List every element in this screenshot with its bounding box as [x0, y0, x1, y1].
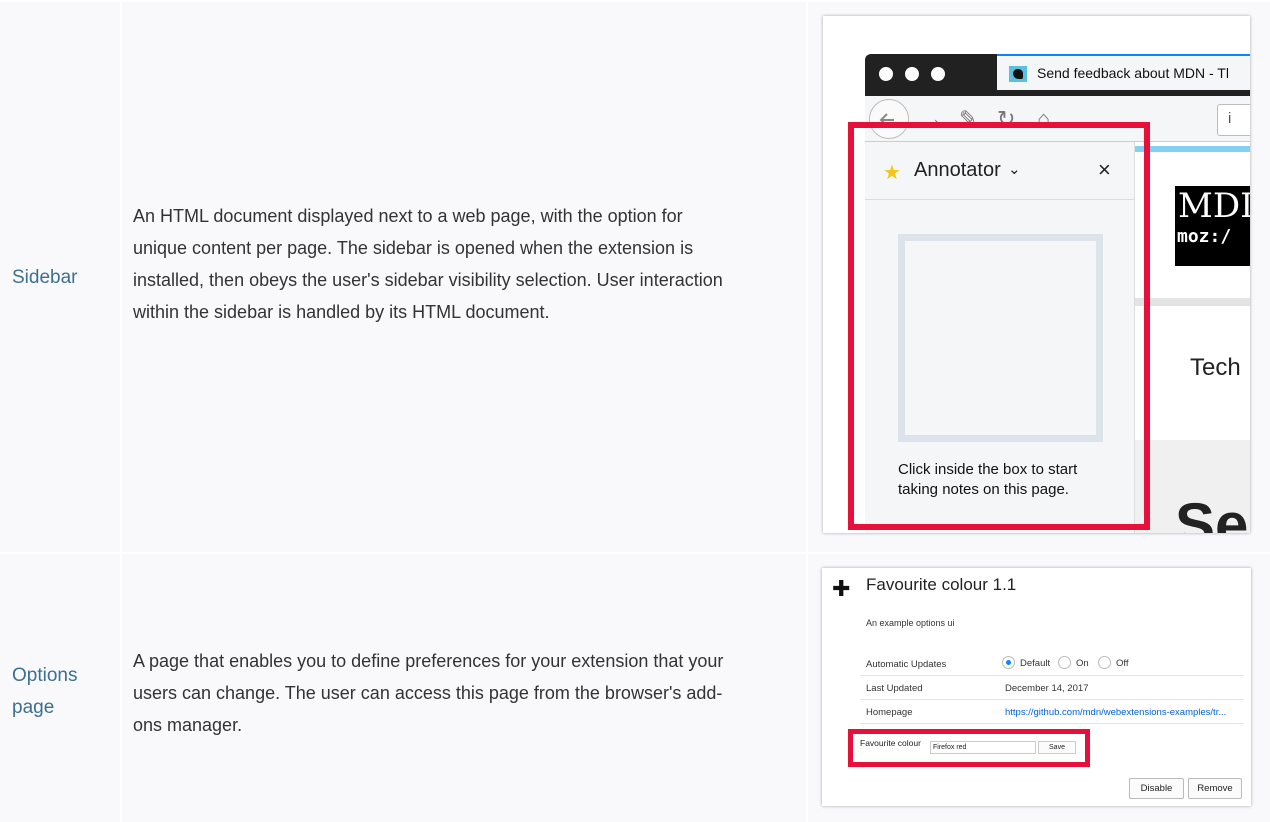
- description-line: A page that enables you to define prefer…: [133, 651, 724, 671]
- browser-tab: Send feedback about MDN - Tl: [997, 54, 1250, 90]
- window-dot: [879, 67, 893, 81]
- page-big-text: Se: [1175, 491, 1249, 533]
- sidebar-description: An HTML document displayed next to a web…: [133, 200, 793, 328]
- row-divider: [0, 0, 1270, 2]
- window-dot: [905, 67, 919, 81]
- row-value: December 14, 2017: [1005, 683, 1089, 694]
- description-line: users can change. The user can access th…: [133, 683, 723, 703]
- addon-subtitle: An example options ui: [866, 618, 955, 628]
- radio-off: [1098, 656, 1111, 669]
- sidebar-screenshot: Send feedback about MDN - Tl → ✎ ↻ ⌂ i ★…: [823, 16, 1250, 533]
- options-description: A page that enables you to define prefer…: [133, 645, 793, 741]
- info-icon: i: [1228, 110, 1232, 127]
- url-bar: i: [1217, 104, 1250, 136]
- description-line: installed, then obeys the user's sidebar…: [133, 270, 723, 290]
- description-line: An HTML document displayed next to a web…: [133, 206, 683, 226]
- window-dot: [931, 67, 945, 81]
- auto-updates-row: Automatic Updates Default On Off: [860, 652, 1244, 676]
- page-heading: Tech: [1190, 354, 1241, 381]
- radio-label: Default: [1020, 658, 1051, 669]
- disable-button: Disable: [1129, 778, 1184, 799]
- radio-label: Off: [1116, 658, 1129, 669]
- sidebar-link[interactable]: Sidebar: [12, 262, 78, 294]
- addon-title: Favourite colour 1.1: [866, 575, 1017, 594]
- description-line: within the sidebar is handled by its HTM…: [133, 302, 550, 322]
- radio-on: [1058, 656, 1071, 669]
- moz-logo-text: moz:/: [1175, 226, 1234, 248]
- options-page-link[interactable]: Options page: [12, 660, 77, 724]
- row-label: Homepage: [866, 707, 913, 718]
- last-updated-row: Last Updated December 14, 2017: [860, 676, 1244, 700]
- homepage-row: Homepage https://github.com/mdn/webexten…: [860, 700, 1244, 724]
- puzzle-icon: ✚: [832, 576, 851, 601]
- column-divider: [120, 0, 122, 822]
- description-line: unique content per page. The sidebar is …: [133, 238, 694, 258]
- mdn-logo-text: MDI: [1178, 186, 1250, 226]
- radio-label: On: [1076, 658, 1089, 669]
- options-page-link-line: page: [12, 697, 55, 718]
- remove-button: Remove: [1188, 778, 1242, 799]
- options-page-link-line: Options: [12, 665, 78, 686]
- radio-default: [1002, 656, 1015, 669]
- mdn-logo: MDI moz:/: [1175, 186, 1250, 266]
- web-page-preview: MDI moz:/ Tech Se: [1135, 142, 1250, 533]
- description-line: ons manager.: [133, 715, 243, 735]
- page-divider: [1135, 298, 1250, 306]
- page-accent-bar: [1135, 146, 1250, 152]
- row-label: Last Updated: [866, 683, 923, 694]
- highlight-box: [848, 729, 1090, 767]
- highlight-box: [848, 122, 1150, 530]
- feature-table: Sidebar An HTML document displayed next …: [0, 0, 1270, 822]
- options-screenshot: ✚ Favourite colour 1.1 An example option…: [822, 568, 1251, 806]
- row-label: Automatic Updates: [866, 659, 947, 670]
- row-divider: [0, 552, 1270, 554]
- mdn-dino-icon: [1009, 66, 1027, 82]
- column-divider: [806, 0, 808, 822]
- homepage-link: https://github.com/mdn/webextensions-exa…: [1005, 707, 1227, 718]
- tab-title: Send feedback about MDN - Tl: [1037, 65, 1229, 81]
